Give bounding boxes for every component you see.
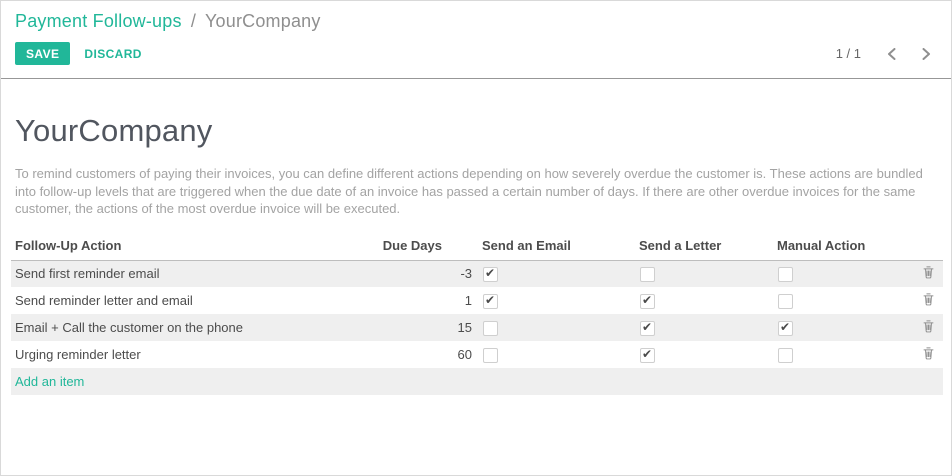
add-item-row[interactable]: Add an item bbox=[11, 368, 943, 395]
delete-row-trash-icon[interactable] bbox=[922, 292, 935, 306]
description-text: To remind customers of paying their invo… bbox=[11, 165, 941, 218]
table-row[interactable]: Send reminder letter and email 1 ✔ ✔ ✔ bbox=[11, 287, 943, 314]
column-header-send-a-letter[interactable]: Send a Letter bbox=[635, 234, 773, 261]
send-email-checkbox[interactable]: ✔ bbox=[483, 267, 498, 282]
add-an-item-link[interactable]: Add an item bbox=[15, 374, 84, 389]
manual-action-checkbox[interactable]: ✔ bbox=[778, 267, 793, 282]
save-button[interactable]: SAVE bbox=[15, 42, 70, 65]
page-title: YourCompany bbox=[11, 113, 941, 149]
due-days-cell[interactable]: 60 bbox=[342, 341, 478, 368]
due-days-cell[interactable]: -3 bbox=[342, 260, 478, 287]
table-header-row: Follow-Up Action Due Days Send an Email … bbox=[11, 234, 943, 261]
column-header-follow-up-action[interactable]: Follow-Up Action bbox=[11, 234, 342, 261]
manual-action-checkbox[interactable]: ✔ bbox=[778, 348, 793, 363]
pager-previous-button[interactable] bbox=[881, 46, 902, 62]
send-letter-checkbox[interactable]: ✔ bbox=[640, 294, 655, 309]
delete-row-trash-icon[interactable] bbox=[922, 319, 935, 333]
column-header-send-an-email[interactable]: Send an Email bbox=[478, 234, 635, 261]
column-header-manual-action[interactable]: Manual Action bbox=[773, 234, 913, 261]
send-letter-checkbox[interactable]: ✔ bbox=[640, 348, 655, 363]
manual-action-checkbox[interactable]: ✔ bbox=[778, 294, 793, 309]
table-row[interactable]: Send first reminder email -3 ✔ ✔ ✔ bbox=[11, 260, 943, 287]
table-row[interactable]: Email + Call the customer on the phone 1… bbox=[11, 314, 943, 341]
delete-row-trash-icon[interactable] bbox=[922, 346, 935, 360]
manual-action-checkbox[interactable]: ✔ bbox=[778, 321, 793, 336]
follow-up-levels-table: Follow-Up Action Due Days Send an Email … bbox=[11, 234, 943, 396]
column-header-delete bbox=[913, 234, 943, 261]
check-icon: ✔ bbox=[642, 347, 652, 362]
check-icon: ✔ bbox=[642, 320, 652, 335]
table-row[interactable]: Urging reminder letter 60 ✔ ✔ ✔ bbox=[11, 341, 943, 368]
check-icon: ✔ bbox=[780, 320, 790, 335]
send-email-checkbox[interactable]: ✔ bbox=[483, 348, 498, 363]
due-days-cell[interactable]: 15 bbox=[342, 314, 478, 341]
pager: 1 / 1 bbox=[836, 46, 937, 62]
chevron-right-icon bbox=[922, 48, 931, 60]
follow-up-action-cell[interactable]: Email + Call the customer on the phone bbox=[11, 314, 342, 341]
send-letter-checkbox[interactable]: ✔ bbox=[640, 267, 655, 282]
send-email-checkbox[interactable]: ✔ bbox=[483, 321, 498, 336]
send-email-checkbox[interactable]: ✔ bbox=[483, 294, 498, 309]
control-panel: Payment Follow-ups / YourCompany SAVE DI… bbox=[1, 1, 951, 79]
control-panel-buttons: SAVE DISCARD 1 / 1 bbox=[15, 42, 937, 65]
chevron-left-icon bbox=[887, 48, 896, 60]
check-icon: ✔ bbox=[485, 293, 495, 308]
check-icon: ✔ bbox=[642, 293, 652, 308]
follow-up-action-cell[interactable]: Urging reminder letter bbox=[11, 341, 342, 368]
breadcrumb: Payment Follow-ups / YourCompany bbox=[15, 11, 937, 32]
column-header-due-days[interactable]: Due Days bbox=[342, 234, 478, 261]
breadcrumb-current: YourCompany bbox=[205, 11, 321, 31]
follow-up-action-cell[interactable]: Send reminder letter and email bbox=[11, 287, 342, 314]
form-sheet: YourCompany To remind customers of payin… bbox=[1, 79, 951, 395]
pager-next-button[interactable] bbox=[916, 46, 937, 62]
check-icon: ✔ bbox=[485, 266, 495, 281]
send-letter-checkbox[interactable]: ✔ bbox=[640, 321, 655, 336]
pager-value: 1 / 1 bbox=[836, 46, 861, 61]
discard-button[interactable]: DISCARD bbox=[84, 47, 141, 61]
page: Payment Follow-ups / YourCompany SAVE DI… bbox=[0, 0, 952, 476]
due-days-cell[interactable]: 1 bbox=[342, 287, 478, 314]
follow-up-action-cell[interactable]: Send first reminder email bbox=[11, 260, 342, 287]
breadcrumb-separator: / bbox=[191, 11, 196, 31]
delete-row-trash-icon[interactable] bbox=[922, 265, 935, 279]
breadcrumb-parent-link[interactable]: Payment Follow-ups bbox=[15, 11, 182, 31]
